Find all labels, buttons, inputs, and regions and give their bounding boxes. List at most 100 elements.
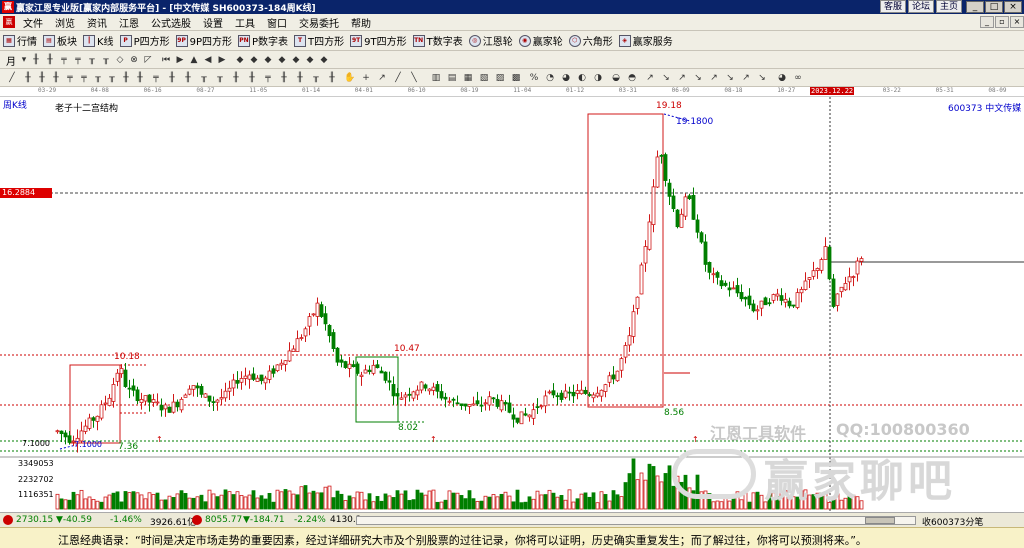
draw-line-icon[interactable]: ↗: [376, 72, 388, 84]
up-icon[interactable]: ▲: [188, 54, 200, 66]
bars-icon[interactable]: ╫: [134, 72, 146, 84]
toolbar-p-number-button[interactable]: PN P数字表: [235, 33, 291, 48]
link-homepage[interactable]: 主页: [935, 0, 962, 13]
chart-tool-icon[interactable]: ◒: [610, 72, 622, 84]
fork-icon[interactable]: ╱: [6, 72, 18, 84]
chart-tool-icon[interactable]: ↘: [660, 72, 672, 84]
link-customer-service[interactable]: 客服: [879, 0, 906, 13]
bars-icon[interactable]: ╤: [72, 54, 84, 66]
bars-icon[interactable]: ╫: [166, 72, 178, 84]
menu-info[interactable]: 资讯: [81, 15, 113, 30]
bars-icon[interactable]: ╤: [64, 72, 76, 84]
bars-icon[interactable]: ╫: [230, 72, 242, 84]
draw-line-icon[interactable]: ╲: [408, 72, 420, 84]
chart-tool-icon[interactable]: ↗: [708, 72, 720, 84]
toolbar-kline-button[interactable]: ┃ K线: [80, 33, 117, 48]
chart-tool-icon[interactable]: ↘: [724, 72, 736, 84]
menu-tools[interactable]: 工具: [229, 15, 261, 30]
corner-icon[interactable]: ◸: [142, 54, 154, 66]
bars-icon[interactable]: ╥: [310, 72, 322, 84]
bars-icon[interactable]: ╥: [198, 72, 210, 84]
warning-icon[interactable]: ⊗: [128, 54, 140, 66]
bars-icon[interactable]: ╥: [92, 72, 104, 84]
bars-icon[interactable]: ╫: [294, 72, 306, 84]
toolbar-9p-square-button[interactable]: 9P 9P四方形: [173, 33, 235, 48]
child-minimize-button[interactable]: _: [980, 16, 994, 28]
bars-icon[interactable]: ╫: [278, 72, 290, 84]
gold-diamond-icon[interactable]: ◆: [304, 54, 316, 66]
bars-icon[interactable]: ╫: [36, 72, 48, 84]
infinity-icon[interactable]: ∞: [792, 72, 804, 84]
link-forum[interactable]: 论坛: [907, 0, 934, 13]
dropdown-arrow-icon[interactable]: ▾: [18, 54, 30, 66]
bars-icon[interactable]: ╫: [120, 72, 132, 84]
gold-diamond-icon[interactable]: ◆: [262, 54, 274, 66]
hand-icon[interactable]: ✋: [344, 72, 356, 84]
minimize-button[interactable]: _: [966, 1, 984, 13]
menu-browse[interactable]: 浏览: [49, 15, 81, 30]
percent-icon[interactable]: %: [528, 72, 540, 84]
chart-tool-icon[interactable]: ◐: [576, 72, 588, 84]
gold-diamond-icon[interactable]: ◆: [248, 54, 260, 66]
kline-chart[interactable]: ↑ ↑ ↑ 周K线 老子十二宫结构 600373 中文传媒 16.2884 7.10…: [0, 97, 1024, 512]
bars-icon[interactable]: ╥: [86, 54, 98, 66]
bars-icon[interactable]: ╫: [326, 72, 338, 84]
menu-window[interactable]: 窗口: [261, 15, 293, 30]
bars-icon[interactable]: ╫: [182, 72, 194, 84]
gold-diamond-icon[interactable]: ◆: [234, 54, 246, 66]
diamond-icon[interactable]: ◇: [114, 54, 126, 66]
bars-icon[interactable]: ╫: [50, 72, 62, 84]
toolbar-9t-square-button[interactable]: 9T 9T四方形: [347, 33, 409, 48]
menu-file[interactable]: 文件: [17, 15, 49, 30]
maximize-button[interactable]: □: [985, 1, 1003, 13]
toolbar-sector-button[interactable]: ▤ 板块: [40, 33, 80, 48]
bars-icon[interactable]: ╫: [22, 72, 34, 84]
chart-tool-icon[interactable]: ▨: [494, 72, 506, 84]
draw-line-icon[interactable]: ╱: [392, 72, 404, 84]
cross-icon[interactable]: +: [360, 72, 372, 84]
chart-tool-icon[interactable]: ◕: [560, 72, 572, 84]
bars-icon[interactable]: ╤: [262, 72, 274, 84]
chart-tool-icon[interactable]: ↗: [740, 72, 752, 84]
chart-tool-icon[interactable]: ▦: [462, 72, 474, 84]
child-close-button[interactable]: ×: [1010, 16, 1024, 28]
gold-diamond-icon[interactable]: ◆: [290, 54, 302, 66]
toolbar-p-square-button[interactable]: P P四方形: [117, 33, 173, 48]
chart-tool-icon[interactable]: ▧: [478, 72, 490, 84]
menu-formula-select[interactable]: 公式选股: [145, 15, 197, 30]
child-restore-button[interactable]: ▫: [995, 16, 1009, 28]
chart-tool-icon[interactable]: ↘: [692, 72, 704, 84]
menu-settings[interactable]: 设置: [197, 15, 229, 30]
toolbar-quotes-button[interactable]: ▦ 行情: [0, 33, 40, 48]
chart-tool-icon[interactable]: ▩: [510, 72, 522, 84]
first-icon[interactable]: ⏮: [160, 54, 172, 66]
period-select[interactable]: 月: [6, 53, 16, 68]
bars-icon[interactable]: ╥: [106, 72, 118, 84]
bars-icon[interactable]: ╫: [246, 72, 258, 84]
menu-trade[interactable]: 交易委托: [293, 15, 345, 30]
gold-diamond-icon[interactable]: ◆: [318, 54, 330, 66]
chart-scrollbar[interactable]: [356, 516, 916, 525]
chart-tool-icon[interactable]: ↗: [644, 72, 656, 84]
menu-help[interactable]: 帮助: [345, 15, 377, 30]
bars-icon[interactable]: ╤: [78, 72, 90, 84]
menu-gann[interactable]: 江恩: [113, 15, 145, 30]
toolbar-hexagon-button[interactable]: ⬡ 六角形: [566, 33, 616, 48]
chart-tool-icon[interactable]: ◑: [592, 72, 604, 84]
close-button[interactable]: ×: [1004, 1, 1022, 13]
bars-icon[interactable]: ╫: [44, 54, 56, 66]
bars-icon[interactable]: ╥: [214, 72, 226, 84]
chart-tool-icon[interactable]: ↗: [676, 72, 688, 84]
toolbar-winner-wheel-button[interactable]: ◉ 赢家轮: [516, 33, 566, 48]
bars-icon[interactable]: ╤: [150, 72, 162, 84]
chart-tool-icon[interactable]: ↘: [756, 72, 768, 84]
left-icon[interactable]: ◀: [202, 54, 214, 66]
chart-tool-icon[interactable]: ◔: [544, 72, 556, 84]
chart-tool-icon[interactable]: ▥: [430, 72, 442, 84]
scrollbar-thumb[interactable]: [865, 517, 895, 524]
toolbar-t-number-button[interactable]: TN T数字表: [410, 33, 466, 48]
toolbar-service-button[interactable]: ◈ 赢家服务: [616, 33, 676, 48]
right-icon[interactable]: ▶: [216, 54, 228, 66]
bars-icon[interactable]: ╥: [100, 54, 112, 66]
bars-icon[interactable]: ╫: [30, 54, 42, 66]
